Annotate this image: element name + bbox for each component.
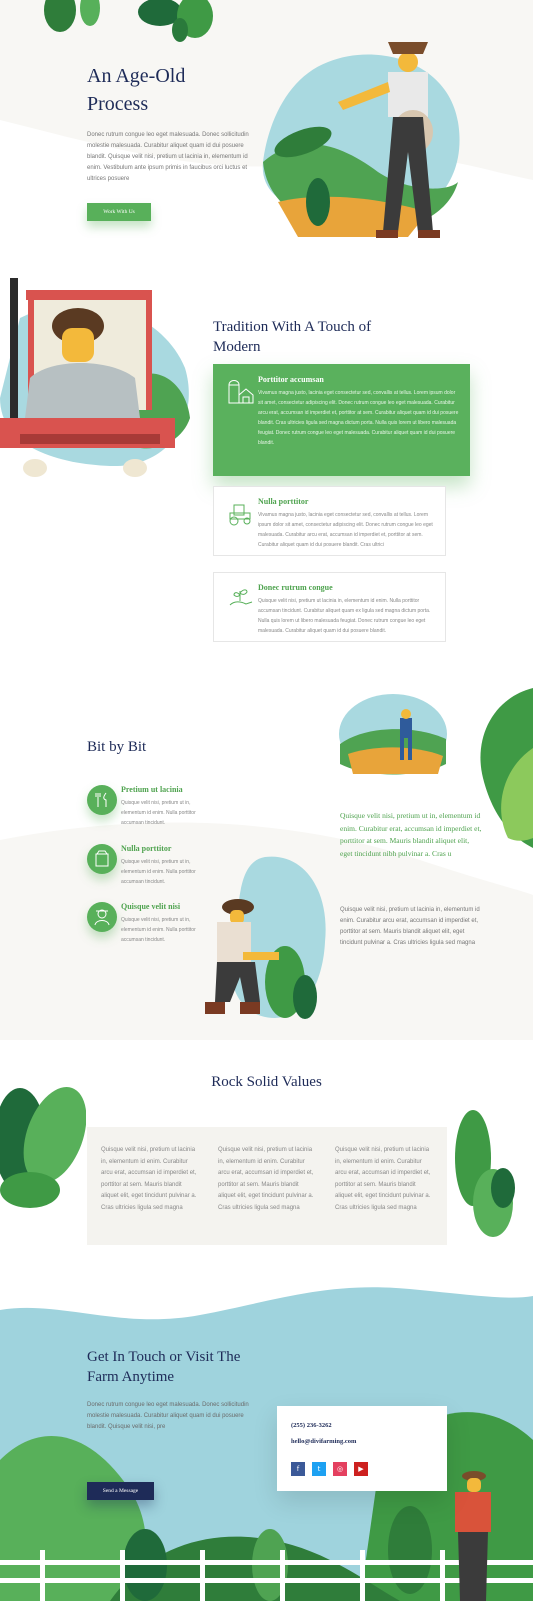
farmer-icon	[87, 902, 117, 932]
bit-item-quisque: Quisque velit nisi Quisque velit nisi, p…	[87, 902, 197, 952]
farmer-sowing-illustration	[262, 42, 460, 238]
feature-card-porttitor-accumsan[interactable]: Porttitor accumsan Vivamus magna justo, …	[213, 364, 470, 476]
value-column-1: Quisque velit nisi, pretium ut lacinia i…	[101, 1147, 197, 1211]
tradition-title-line2: Modern	[213, 339, 261, 355]
bit-item-text: Quisque velit nisi, pretium ut in, eleme…	[121, 917, 196, 943]
hero-body-text: Donec rutrum congue leo eget malesuada. …	[87, 132, 249, 182]
bit-item-title: Pretium ut lacinia	[121, 785, 183, 794]
contact-card: (255) 236-3262 hello@divifarming.com f t…	[277, 1406, 447, 1491]
hero-title-line2: Process	[87, 93, 149, 115]
bit-item-title: Quisque velit nisi	[121, 902, 181, 911]
bit-item-nulla: Nulla porttitor Quisque velit nisi, pret…	[87, 844, 197, 894]
feature-card-title: Donec rutrum congue	[258, 583, 333, 592]
work-with-us-button[interactable]: Work With Us	[87, 203, 151, 221]
tradition-section: Tradition With A Touch of Modern Porttit…	[0, 260, 533, 680]
top-leaves-illustration	[44, 0, 213, 42]
tractor-illustration	[0, 278, 190, 477]
bit-item-text: Quisque velit nisi, pretium ut in, eleme…	[121, 800, 196, 826]
send-message-button[interactable]: Send a Message	[87, 1482, 154, 1500]
values-title: Rock Solid Values	[211, 1074, 322, 1090]
feature-card-title: Nulla porttitor	[258, 497, 309, 506]
right-leaves-illustration	[455, 1110, 515, 1237]
hero-section: An Age-Old Process Donec rutrum congue l…	[0, 0, 533, 260]
seedling-hand-icon	[229, 589, 253, 606]
bit-item-pretium: Pretium ut lacinia Quisque velit nisi, p…	[87, 785, 197, 835]
tractor-icon	[229, 504, 251, 526]
bit-item-text: Quisque velit nisi, pretium ut in, eleme…	[121, 859, 196, 885]
feature-card-title: Porttitor accumsan	[258, 375, 324, 384]
youtube-icon[interactable]: ▶	[354, 1462, 368, 1476]
tradition-title: Tradition With A Touch of Modern	[213, 317, 371, 357]
values-section: Rock Solid Values Quisque velit nisi, pr…	[0, 1040, 533, 1260]
contact-phone[interactable]: (255) 236-3262	[291, 1422, 332, 1429]
bit-by-bit-quote: Quisque velit nisi, pretium ut in, eleme…	[340, 811, 482, 858]
field-farmer-illustration	[339, 694, 447, 775]
feature-card-nulla-porttitor[interactable]: Nulla porttitor Vivamus magna justo, lac…	[213, 486, 446, 556]
tools-icon	[87, 785, 117, 815]
tradition-title-line1: Tradition With A Touch of	[213, 319, 372, 335]
barn-icon	[228, 380, 254, 404]
feature-card-text: Quisque velit nisi, pretium ut lacinia i…	[258, 598, 431, 634]
bit-by-bit-section: Bit by Bit Pretium ut lacinia Quisque ve…	[0, 680, 533, 1040]
bit-by-bit-paragraph: Quisque velit nisi, pretium ut lacinia i…	[340, 907, 480, 946]
facebook-icon[interactable]: f	[291, 1462, 305, 1476]
twitter-icon[interactable]: t	[312, 1462, 326, 1476]
bit-item-title: Nulla porttitor	[121, 844, 172, 853]
value-column-2: Quisque velit nisi, pretium ut lacinia i…	[218, 1147, 314, 1211]
contact-email[interactable]: hello@divifarming.com	[291, 1438, 356, 1445]
contact-body-text: Donec rutrum congue leo eget malesuada. …	[87, 1402, 249, 1430]
instagram-icon[interactable]: ◎	[333, 1462, 347, 1476]
contact-landscape-background	[0, 1260, 533, 1601]
feature-card-donec-rutrum-congue[interactable]: Donec rutrum congue Quisque velit nisi, …	[213, 572, 446, 642]
contact-title-line2: Farm Anytime	[87, 1369, 175, 1385]
feature-card-text: Vivamus magna justo, lacinia eget consec…	[258, 390, 459, 446]
contact-title-line1: Get In Touch or Visit The	[87, 1349, 241, 1365]
crouching-farmer-illustration	[205, 856, 326, 1019]
value-column-3: Quisque velit nisi, pretium ut lacinia i…	[335, 1147, 431, 1211]
hero-title: An Age-Old Process	[87, 62, 185, 118]
left-leaves-illustration	[0, 1087, 86, 1208]
seed-bag-icon	[87, 844, 117, 874]
contact-title: Get In Touch or Visit The Farm Anytime	[87, 1347, 240, 1387]
bit-by-bit-title: Bit by Bit	[87, 739, 147, 755]
values-box: Quisque velit nisi, pretium ut lacinia i…	[87, 1127, 447, 1245]
hero-title-line1: An Age-Old	[87, 65, 186, 87]
contact-section: Get In Touch or Visit The Farm Anytime D…	[0, 1260, 533, 1601]
right-leaf-illustration	[480, 688, 533, 848]
feature-card-text: Vivamus magna justo, lacinia eget consec…	[258, 512, 433, 548]
